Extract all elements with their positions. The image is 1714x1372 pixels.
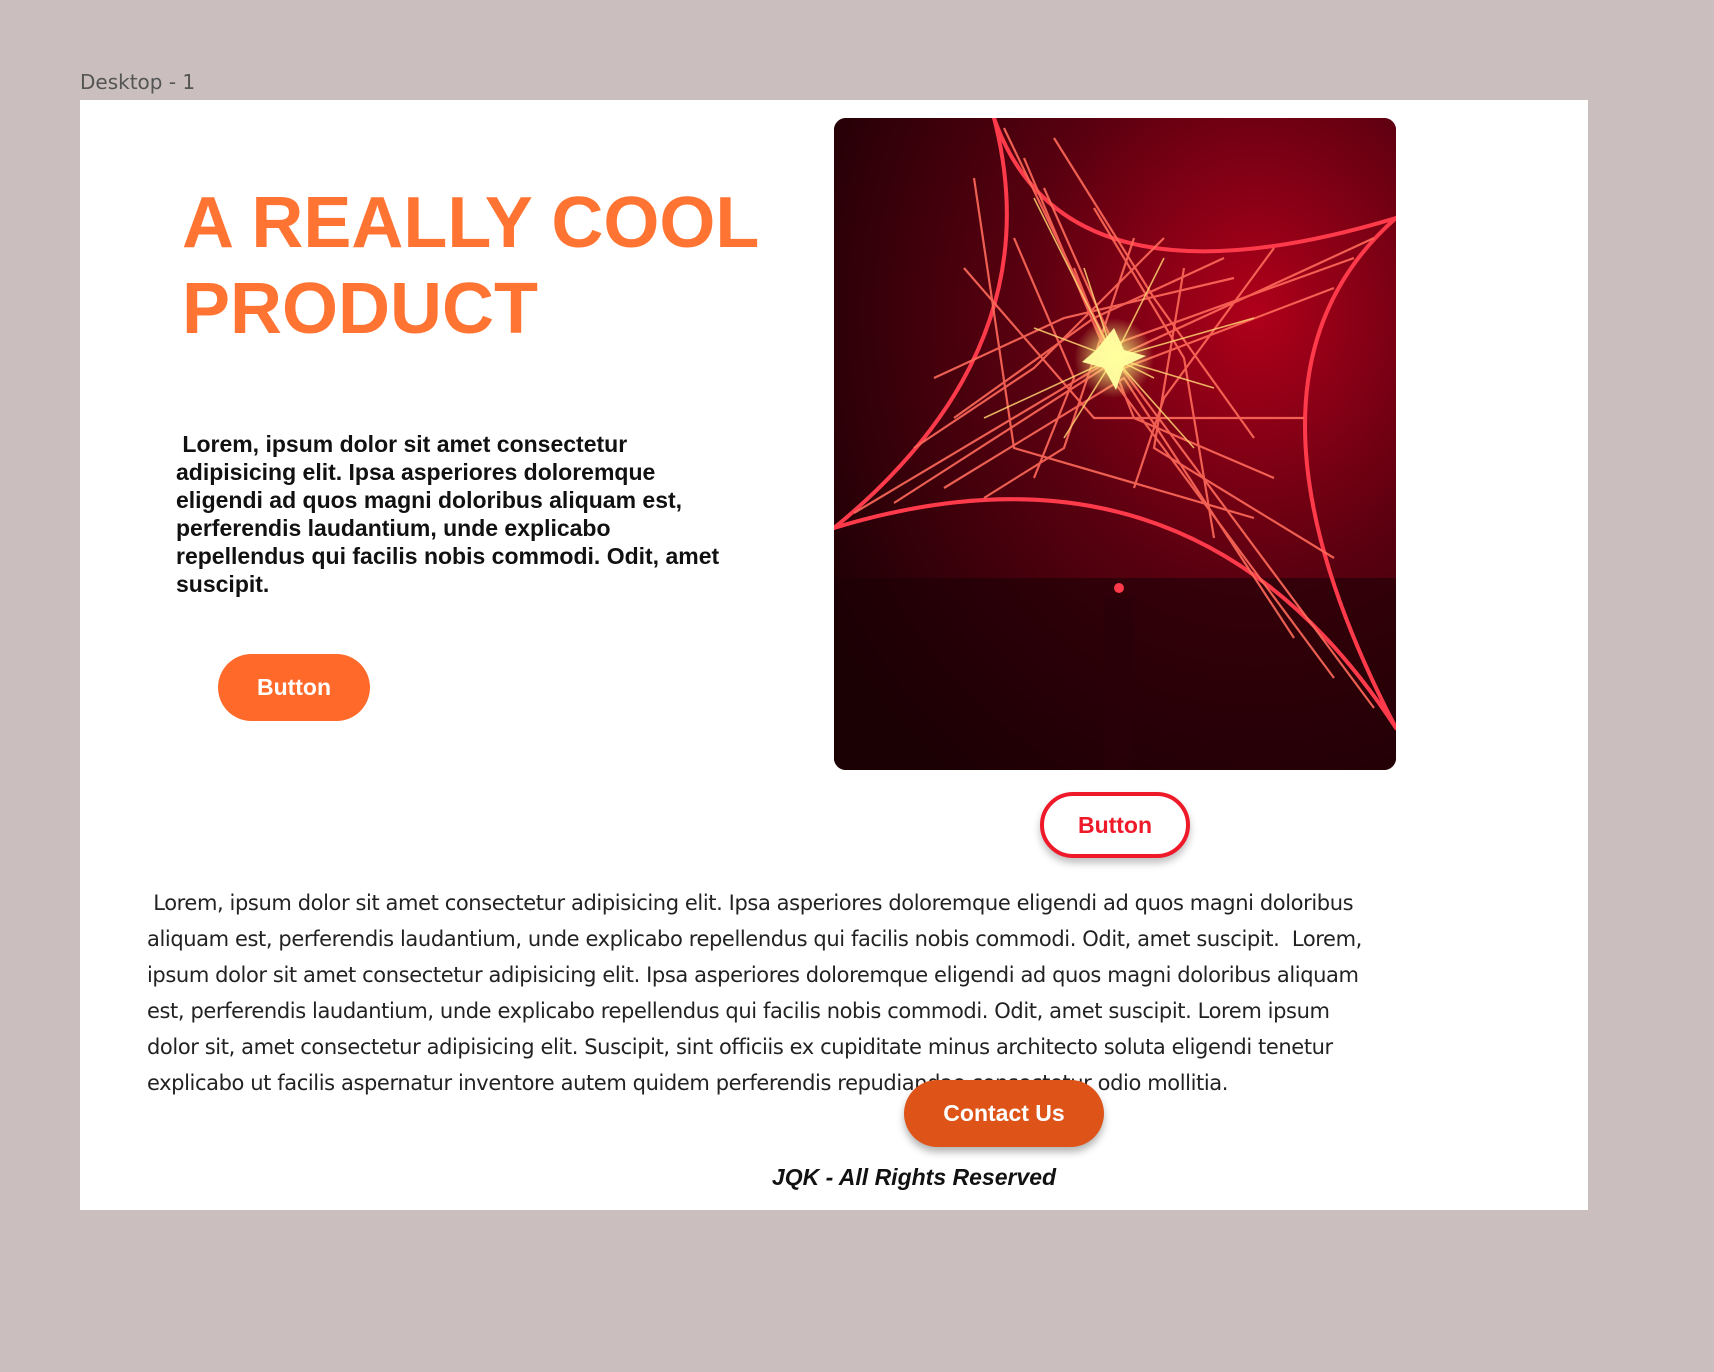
hero-description: Lorem, ipsum dolor sit amet consectetur … xyxy=(176,431,726,597)
hero-primary-button[interactable]: Button xyxy=(218,654,370,721)
product-image xyxy=(834,118,1396,770)
image-secondary-button[interactable]: Button xyxy=(1040,792,1190,858)
hero-title: A REALLY COOL PRODUCT xyxy=(182,183,759,349)
frame-label: Desktop - 1 xyxy=(80,70,196,94)
desktop-frame: A REALLY COOL PRODUCT Lorem, ipsum dolor… xyxy=(80,100,1588,1210)
footer-copyright: JQK - All Rights Reserved xyxy=(771,1164,1057,1190)
contact-us-button[interactable]: Contact Us xyxy=(904,1080,1104,1147)
string-art-illustration xyxy=(834,118,1396,770)
body-paragraph: Lorem, ipsum dolor sit amet consectetur … xyxy=(147,891,1369,1095)
